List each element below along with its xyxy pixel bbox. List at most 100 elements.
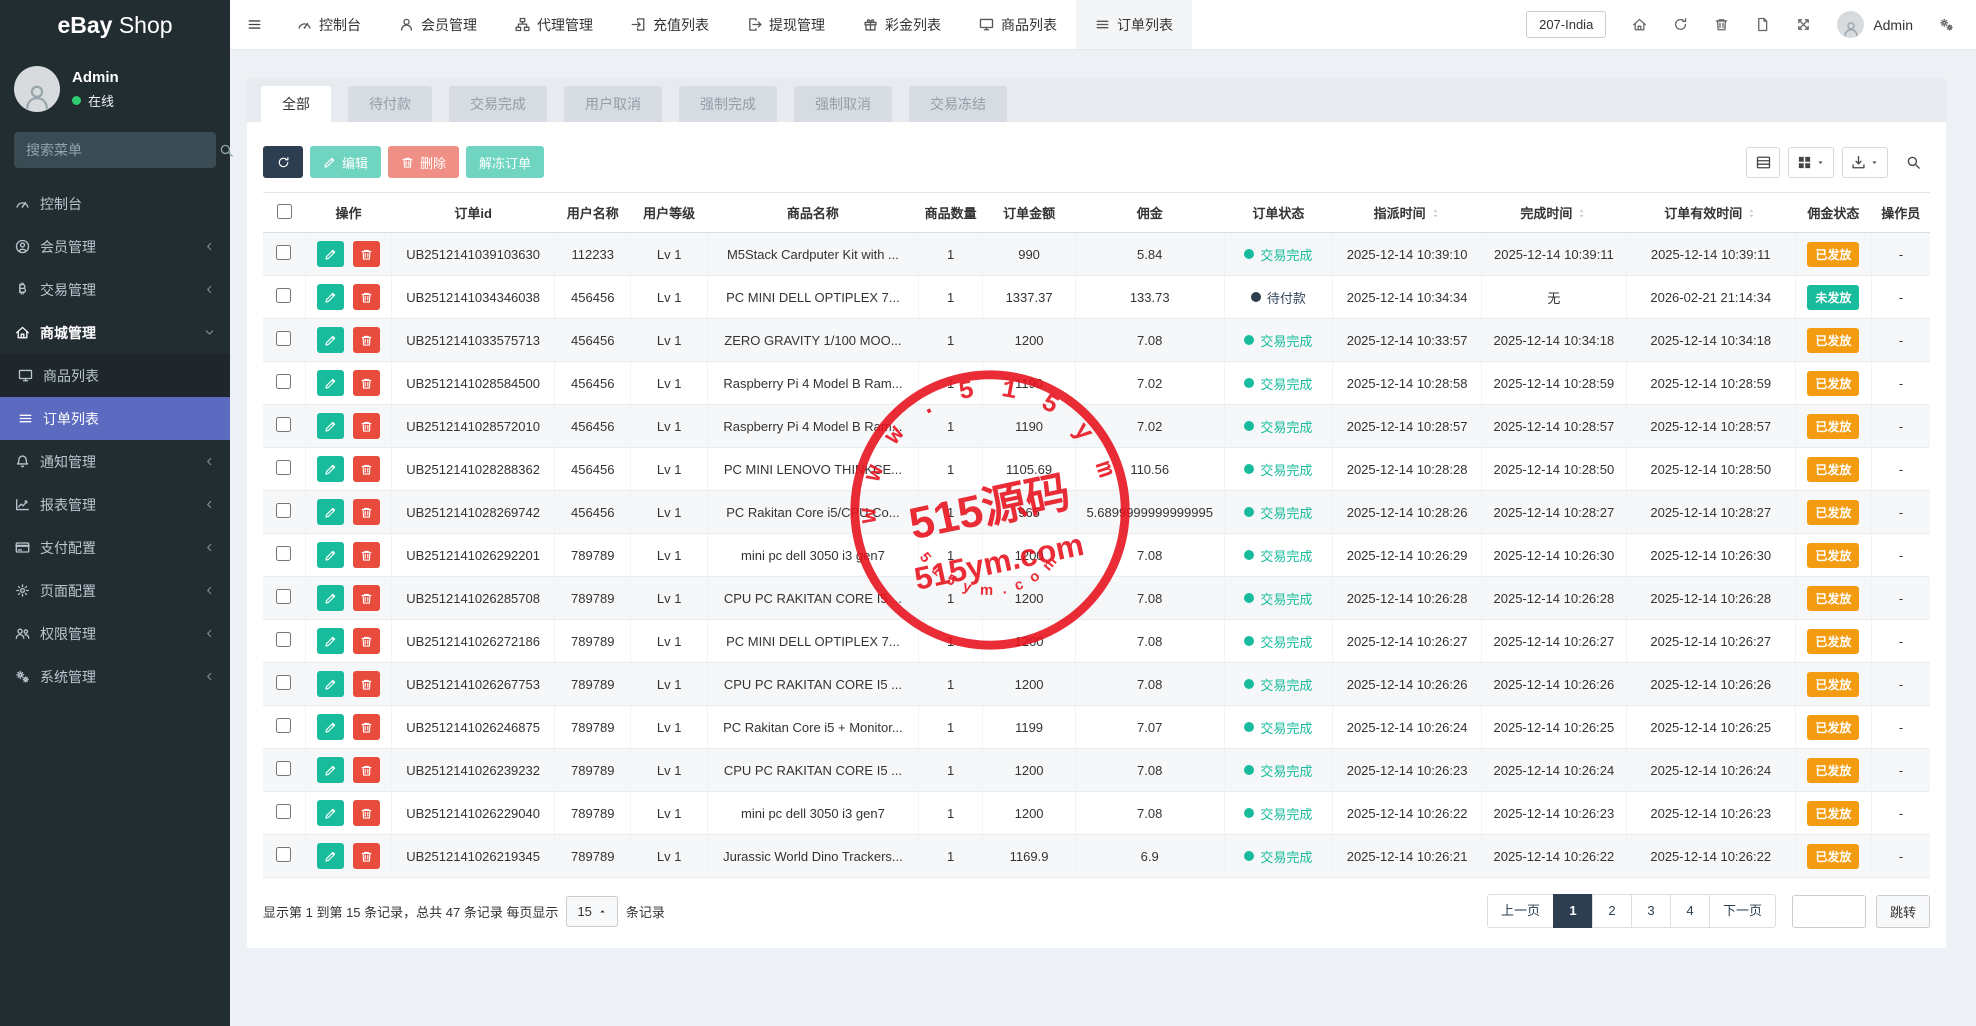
status-tab[interactable]: 待付款	[348, 86, 432, 122]
column-header[interactable]: 完成时间	[1481, 193, 1626, 233]
row-checkbox[interactable]	[276, 245, 291, 260]
home-button[interactable]	[1632, 17, 1647, 32]
topnav-item[interactable]: 控制台	[278, 0, 380, 49]
status-tab[interactable]: 交易完成	[449, 86, 547, 122]
column-header[interactable]: 佣金	[1075, 193, 1224, 233]
sidebar-item[interactable]: 会员管理	[0, 225, 230, 268]
topnav-item[interactable]: 会员管理	[380, 0, 496, 49]
row-checkbox[interactable]	[276, 460, 291, 475]
row-edit-button[interactable]	[317, 800, 344, 826]
row-edit-button[interactable]	[317, 413, 344, 439]
row-checkbox[interactable]	[276, 417, 291, 432]
sidebar-item[interactable]: 报表管理	[0, 483, 230, 526]
unfreeze-order-button[interactable]: 解冻订单	[466, 146, 544, 178]
row-delete-button[interactable]	[353, 413, 380, 439]
sidebar-item[interactable]: 页面配置	[0, 569, 230, 612]
row-checkbox[interactable]	[276, 374, 291, 389]
row-checkbox[interactable]	[276, 675, 291, 690]
row-edit-button[interactable]	[317, 284, 344, 310]
row-edit-button[interactable]	[317, 714, 344, 740]
status-tab[interactable]: 用户取消	[564, 86, 662, 122]
row-delete-button[interactable]	[353, 757, 380, 783]
refresh-button[interactable]	[263, 146, 303, 178]
refresh-button[interactable]	[1673, 17, 1688, 32]
sidebar-item[interactable]: 商品列表	[0, 354, 230, 397]
row-checkbox[interactable]	[276, 761, 291, 776]
row-delete-button[interactable]	[353, 628, 380, 654]
row-delete-button[interactable]	[353, 671, 380, 697]
row-checkbox[interactable]	[276, 718, 291, 733]
row-edit-button[interactable]	[317, 671, 344, 697]
row-edit-button[interactable]	[317, 241, 344, 267]
sidebar-item[interactable]: 通知管理	[0, 440, 230, 483]
sort-icon[interactable]	[1430, 208, 1441, 219]
docs-button[interactable]	[1755, 17, 1770, 32]
row-delete-button[interactable]	[353, 800, 380, 826]
row-delete-button[interactable]	[353, 284, 380, 310]
row-checkbox[interactable]	[276, 288, 291, 303]
search-button[interactable]	[1896, 147, 1930, 178]
edit-button[interactable]: 编辑	[310, 146, 381, 178]
page-button[interactable]: 3	[1631, 894, 1671, 928]
sidebar-item[interactable]: 订单列表	[0, 397, 230, 440]
topnav-item[interactable]: 代理管理	[496, 0, 612, 49]
settings-button[interactable]	[1939, 17, 1954, 32]
prev-page-button[interactable]: 上一页	[1487, 894, 1554, 928]
sidebar-item[interactable]: 权限管理	[0, 612, 230, 655]
status-tab[interactable]: 强制取消	[794, 86, 892, 122]
status-tab[interactable]: 全部	[261, 86, 331, 122]
row-edit-button[interactable]	[317, 370, 344, 396]
clear-cache-button[interactable]	[1714, 17, 1729, 32]
column-header[interactable]: 订单有效时间	[1626, 193, 1795, 233]
row-edit-button[interactable]	[317, 327, 344, 353]
columns-button[interactable]	[1788, 147, 1834, 178]
row-delete-button[interactable]	[353, 585, 380, 611]
row-edit-button[interactable]	[317, 499, 344, 525]
row-edit-button[interactable]	[317, 585, 344, 611]
select-all-checkbox[interactable]	[277, 204, 292, 219]
row-edit-button[interactable]	[317, 456, 344, 482]
topnav-item[interactable]: 彩金列表	[844, 0, 960, 49]
export-button[interactable]	[1842, 147, 1888, 178]
sidebar-item[interactable]: 控制台	[0, 182, 230, 225]
column-header[interactable]: 订单状态	[1224, 193, 1333, 233]
sidebar-search-button[interactable]	[219, 132, 234, 168]
column-header[interactable]: 订单金额	[983, 193, 1075, 233]
sidebar-item[interactable]: 交易管理	[0, 268, 230, 311]
sidebar-search-input[interactable]	[14, 142, 219, 158]
row-edit-button[interactable]	[317, 628, 344, 654]
column-header[interactable]: 商品数量	[918, 193, 982, 233]
topnav-item[interactable]: 订单列表	[1076, 0, 1192, 49]
row-checkbox[interactable]	[276, 589, 291, 604]
row-checkbox[interactable]	[276, 331, 291, 346]
row-delete-button[interactable]	[353, 327, 380, 353]
column-header[interactable]: 佣金状态	[1795, 193, 1871, 233]
admin-menu[interactable]: Admin	[1837, 11, 1913, 38]
status-tab[interactable]: 强制完成	[679, 86, 777, 122]
delete-button[interactable]: 删除	[388, 146, 459, 178]
page-button[interactable]: 2	[1592, 894, 1632, 928]
row-delete-button[interactable]	[353, 456, 380, 482]
page-button[interactable]: 4	[1670, 894, 1710, 928]
page-size-dropdown[interactable]: 15	[566, 896, 617, 927]
fullscreen-button[interactable]	[1796, 17, 1811, 32]
jump-page-input[interactable]	[1792, 895, 1866, 928]
column-header[interactable]: 用户等级	[631, 193, 707, 233]
row-delete-button[interactable]	[353, 843, 380, 869]
row-delete-button[interactable]	[353, 542, 380, 568]
sort-icon[interactable]	[1576, 208, 1587, 219]
next-page-button[interactable]: 下一页	[1709, 894, 1776, 928]
sidebar-toggle-button[interactable]	[230, 0, 278, 50]
sidebar-item[interactable]: 商城管理	[0, 311, 230, 354]
sidebar-item[interactable]: 支付配置	[0, 526, 230, 569]
status-tab[interactable]: 交易冻结	[909, 86, 1007, 122]
row-delete-button[interactable]	[353, 370, 380, 396]
column-header[interactable]: 操作	[305, 193, 391, 233]
sort-icon[interactable]	[1746, 208, 1757, 219]
row-edit-button[interactable]	[317, 757, 344, 783]
column-header[interactable]: 用户名称	[555, 193, 631, 233]
region-selector[interactable]: 207-India	[1526, 11, 1606, 38]
column-header[interactable]: 指派时间	[1333, 193, 1482, 233]
row-checkbox[interactable]	[276, 804, 291, 819]
topnav-item[interactable]: 提现管理	[728, 0, 844, 49]
